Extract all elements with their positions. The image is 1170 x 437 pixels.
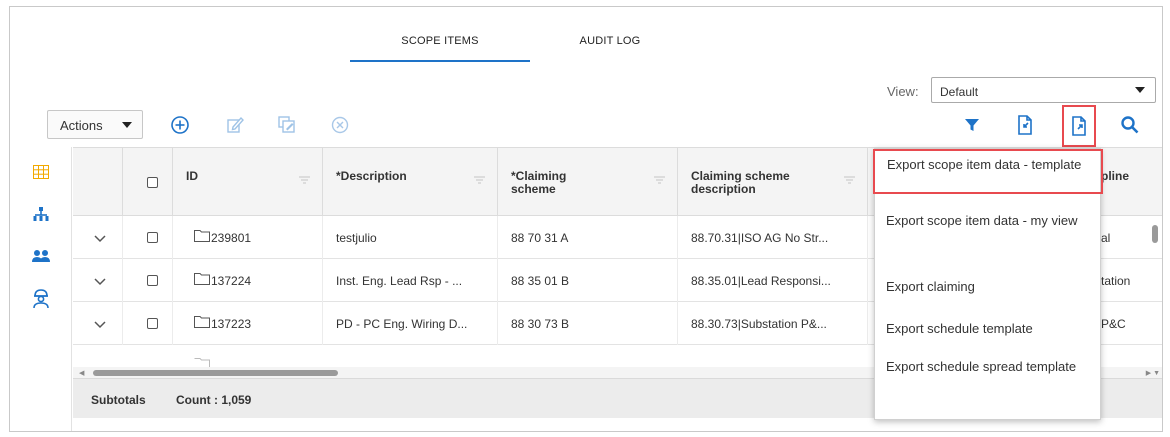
main-frame: SCOPE ITEMS AUDIT LOG View: Default Acti… — [9, 6, 1163, 432]
subtotals-label: Subtotals — [91, 393, 146, 407]
expand-cell — [73, 216, 123, 259]
export-menu: Export scope item data - template Export… — [873, 148, 1103, 420]
menu-item-export-claiming[interactable]: Export claiming — [875, 277, 1102, 296]
select-all-checkbox[interactable] — [147, 177, 158, 188]
left-rail — [10, 147, 72, 431]
scheme-description-cell: 88.35.01|Lead Responsi... — [678, 259, 868, 302]
folder-icon — [194, 230, 210, 242]
filter-lines-icon[interactable] — [299, 176, 310, 184]
folder-icon — [194, 316, 210, 328]
engineer-icon[interactable] — [30, 288, 52, 310]
header-discipline-label: pline — [1101, 169, 1130, 183]
count-label: Count : 1,059 — [176, 393, 252, 407]
actions-dropdown[interactable]: Actions — [47, 110, 143, 139]
menu-item-export-template[interactable]: Export scope item data - template — [873, 149, 1103, 194]
scheme-description-cell: 88.30.73|Substation P&... — [678, 302, 868, 345]
chevron-down-icon[interactable] — [94, 235, 106, 243]
expand-cell — [73, 302, 123, 345]
claiming-scheme-cell: 88 35 01 B — [498, 259, 678, 302]
grid-view-icon[interactable] — [30, 161, 52, 183]
scheme-description-cell: 88.70.31|ISO AG No Str... — [678, 216, 868, 259]
header-description-label: *Description — [336, 169, 407, 183]
id-cell: 137223 — [173, 302, 323, 345]
description-cell: testjulio — [323, 216, 498, 259]
folder-icon — [194, 273, 210, 285]
header-claiming-scheme-label: *Claiming scheme — [511, 169, 567, 196]
users-icon[interactable] — [30, 245, 52, 267]
description-cell: Inst. Eng. Lead Rsp - ... — [323, 259, 498, 302]
edit-icon[interactable] — [223, 113, 247, 137]
row-checkbox[interactable] — [147, 318, 158, 329]
export-icon — [1072, 116, 1086, 136]
menu-item-export-schedule-template[interactable]: Export schedule template — [875, 319, 1102, 338]
export-button[interactable] — [1062, 105, 1096, 147]
header-id-label: ID — [186, 169, 198, 183]
select-cell — [123, 259, 173, 302]
select-cell — [123, 216, 173, 259]
folder-icon — [194, 358, 210, 367]
bulk-edit-icon[interactable] — [275, 113, 299, 137]
filter-lines-icon[interactable] — [474, 176, 485, 184]
horizontal-scrollbar-thumb[interactable] — [93, 370, 338, 376]
vertical-scrollbar-thumb[interactable] — [1152, 225, 1158, 243]
view-select[interactable]: Default — [931, 77, 1156, 103]
row-checkbox[interactable] — [147, 275, 158, 286]
header-expand-col — [73, 148, 123, 217]
claiming-scheme-cell: 88 30 73 B — [498, 302, 678, 345]
add-icon[interactable] — [168, 113, 192, 137]
cancel-icon[interactable] — [328, 113, 352, 137]
chevron-down-icon[interactable] — [94, 278, 106, 286]
chevron-down-icon — [1135, 87, 1145, 93]
hierarchy-icon[interactable] — [30, 203, 52, 225]
filter-lines-icon[interactable] — [844, 176, 855, 184]
chevron-down-icon[interactable] — [94, 321, 106, 329]
menu-item-export-my-view[interactable]: Export scope item data - my view — [875, 211, 1102, 230]
header-claiming-scheme[interactable]: *Claiming scheme — [498, 148, 678, 217]
chevron-down-icon — [122, 122, 132, 128]
select-cell — [123, 302, 173, 345]
scroll-right-icon[interactable]: ▶ ▼ — [1146, 369, 1160, 377]
filter-lines-icon[interactable] — [654, 176, 665, 184]
header-select-col — [123, 148, 173, 217]
header-description[interactable]: *Description — [323, 148, 498, 217]
header-scheme-description-label: Claiming scheme description — [691, 169, 790, 196]
row-checkbox[interactable] — [147, 232, 158, 243]
active-tab-indicator — [350, 60, 530, 62]
view-select-value: Default — [940, 85, 979, 99]
description-cell: PD - PC Eng. Wiring D... — [323, 302, 498, 345]
header-scheme-description[interactable]: Claiming scheme description — [678, 148, 868, 217]
search-icon[interactable] — [1116, 111, 1144, 139]
actions-label: Actions — [60, 118, 103, 133]
view-label: View: — [887, 84, 919, 99]
header-id[interactable]: ID — [173, 148, 323, 217]
tab-audit-log[interactable]: AUDIT LOG — [555, 35, 665, 47]
menu-item-export-schedule-spread[interactable]: Export schedule spread template — [875, 357, 1102, 376]
import-icon[interactable] — [1011, 111, 1039, 139]
claiming-scheme-cell: 88 70 31 A — [498, 216, 678, 259]
id-cell: 239801 — [173, 216, 323, 259]
id-cell: 137224 — [173, 259, 323, 302]
expand-cell — [73, 259, 123, 302]
filter-icon[interactable] — [958, 111, 986, 139]
tab-scope-items[interactable]: SCOPE ITEMS — [350, 35, 530, 47]
scroll-left-icon[interactable]: ◀ — [79, 369, 84, 377]
